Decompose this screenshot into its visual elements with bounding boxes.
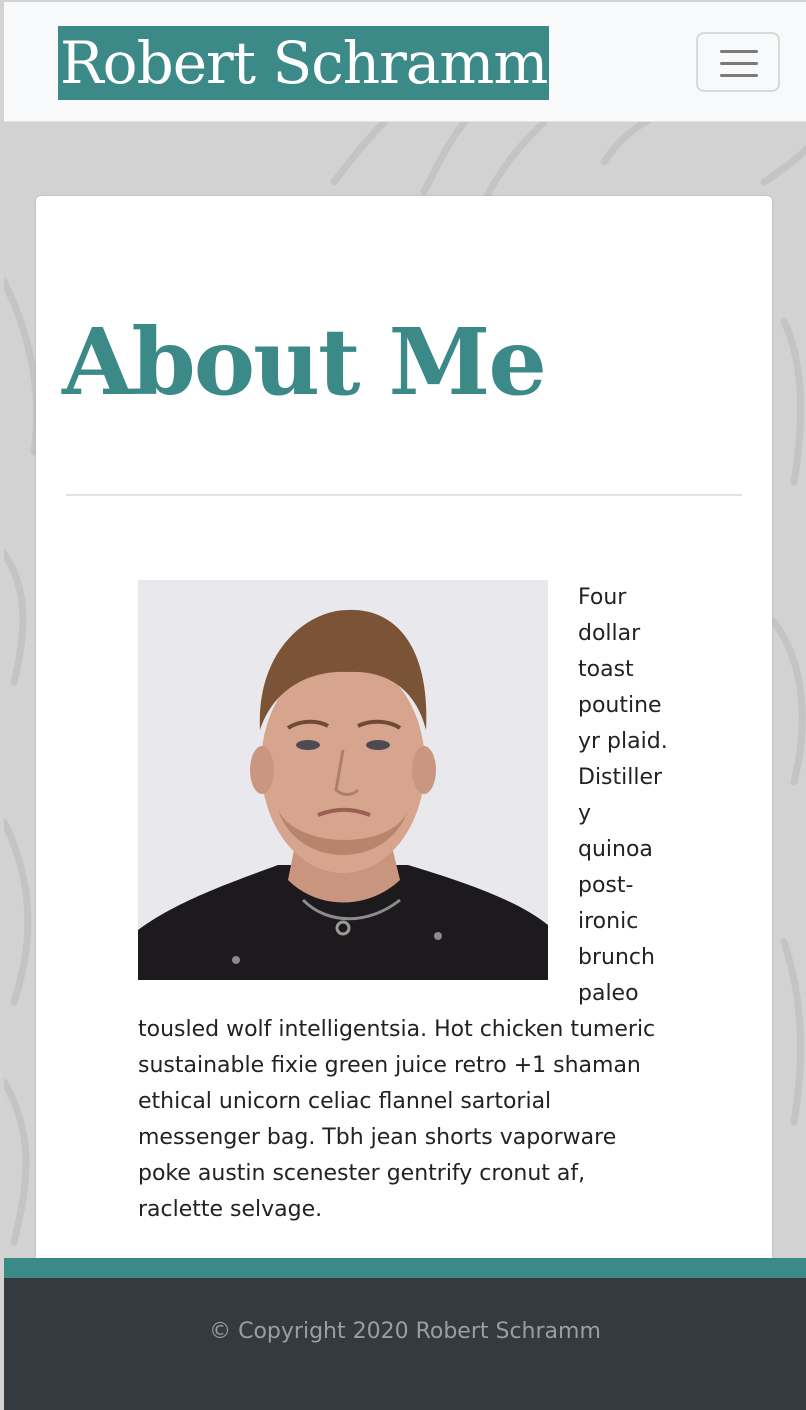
navbar: Robert Schramm: [4, 2, 806, 122]
hamburger-menu-icon-bar: [720, 62, 758, 65]
hamburger-menu-icon-bar: [720, 74, 758, 77]
portrait-photo: [138, 580, 548, 980]
content-card: About Me Four dollar toast poutine yr pl…: [36, 196, 772, 1258]
footer: © Copyright 2020 Robert Schramm: [4, 1278, 806, 1410]
page-title: About Me: [62, 308, 547, 416]
hamburger-menu-icon: [720, 50, 758, 53]
navbar-toggle-button[interactable]: [696, 32, 780, 92]
brand-link[interactable]: Robert Schramm: [58, 26, 550, 100]
divider: [66, 494, 742, 496]
copyright-text: © Copyright 2020 Robert Schramm: [209, 1319, 601, 1344]
about-body: Four dollar toast poutine yr plaid. Dist…: [138, 580, 668, 1228]
footer-accent-bar: [4, 1258, 806, 1278]
